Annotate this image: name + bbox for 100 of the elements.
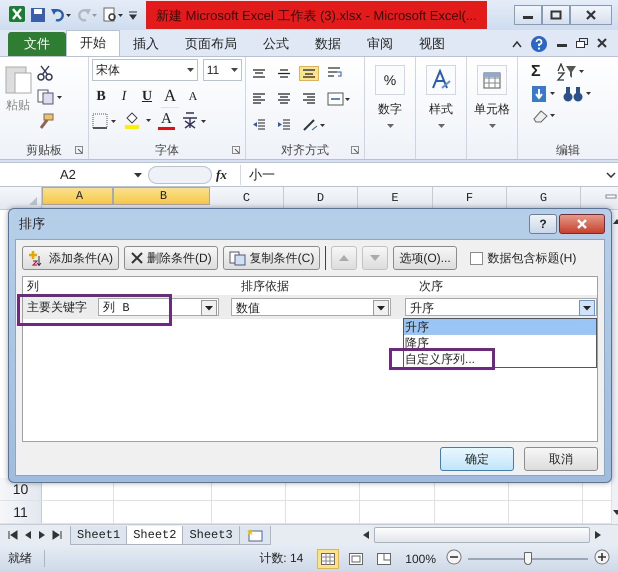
italic-button[interactable]: I	[115, 88, 133, 104]
sort-on-dropdown[interactable]: 数值	[230, 298, 392, 316]
restore-icon[interactable]	[576, 37, 588, 51]
font-name-dropdown[interactable]: 宋体	[92, 59, 198, 81]
insert-function-button[interactable]: fx	[216, 166, 227, 182]
level-label: 主要关键字	[26, 298, 88, 316]
group-label: 对齐方式	[281, 142, 329, 158]
number-button[interactable]: % 数字	[368, 59, 412, 129]
caret-icon[interactable]	[200, 300, 217, 316]
delete-level-button[interactable]: 删除条件(D)	[124, 246, 218, 270]
ribbon-tab[interactable]: 数据	[302, 32, 354, 56]
grow-font-button[interactable]: A	[161, 85, 179, 108]
cancel-button[interactable]: 取消	[524, 447, 598, 471]
normal-view-icon[interactable]	[317, 548, 340, 568]
up-arrow-icon	[339, 255, 350, 261]
status-text: 就绪	[8, 550, 45, 567]
styles-icon	[426, 65, 456, 95]
zoom-level-text[interactable]: 100%	[401, 552, 440, 566]
name-box[interactable]: A2	[0, 164, 148, 184]
close-button[interactable]	[570, 5, 612, 25]
styles-button[interactable]: 样式	[419, 59, 463, 129]
binoculars-icon[interactable]	[562, 85, 592, 103]
dialog-launcher-icon[interactable]	[232, 146, 240, 154]
ribbon-tab[interactable]: 页面布局	[172, 32, 250, 56]
caret-icon	[438, 124, 444, 129]
zoom-slider-thumb[interactable]	[524, 552, 532, 564]
add-level-button[interactable]: 添加条件(A)	[22, 246, 119, 270]
scroll-right-icon[interactable]	[594, 530, 602, 540]
caret-icon	[231, 68, 238, 73]
save-icon[interactable]	[30, 7, 46, 23]
maximize-button[interactable]	[542, 5, 570, 25]
group-label: 编辑	[556, 142, 580, 158]
shrink-font-button[interactable]: A	[184, 89, 202, 104]
ribbon-tab[interactable]: 审阅	[354, 32, 406, 56]
print-preview-icon[interactable]	[102, 7, 124, 23]
ribbon-tab[interactable]: 开始	[66, 30, 120, 56]
font-size-dropdown[interactable]: 11	[202, 59, 242, 81]
group-label: 字体	[155, 142, 179, 158]
sheet-tab[interactable]: Sheet2	[126, 526, 184, 544]
caret-icon[interactable]	[579, 300, 596, 316]
underline-button[interactable]: U	[138, 88, 156, 104]
zoom-slider[interactable]	[468, 550, 588, 566]
expand-icon[interactable]	[604, 172, 618, 178]
close-icon	[585, 10, 597, 20]
caret-icon[interactable]	[373, 300, 390, 316]
sheet-tab[interactable]: Sheet3	[182, 526, 240, 544]
insert-sheet-icon[interactable]	[238, 526, 271, 544]
count-text: 计数: 14	[259, 550, 304, 567]
row-header[interactable]: 11	[0, 501, 42, 523]
dialog-launcher-icon[interactable]	[75, 146, 83, 154]
caret-icon	[134, 172, 142, 178]
help-button[interactable]: ?	[529, 214, 557, 234]
copy-level-button[interactable]: 复制条件(C)	[222, 246, 320, 270]
column-header[interactable]: B	[113, 187, 210, 205]
formula-input[interactable]: 小一	[240, 164, 604, 184]
options-button[interactable]: 选项(O)...	[393, 246, 457, 270]
table-icon	[477, 65, 507, 95]
fill-color-icon[interactable]	[123, 112, 153, 130]
font-color-button[interactable]: A	[158, 112, 175, 130]
cells-button[interactable]: 单元格	[470, 59, 514, 129]
headers-checkbox[interactable]: 数据包含标题(H)	[470, 250, 576, 266]
undo-icon[interactable]	[50, 7, 72, 23]
align-lines-icon	[302, 68, 316, 78]
order-dropdown[interactable]: 升序	[405, 298, 598, 316]
order-option[interactable]: 自定义序列...	[404, 351, 476, 367]
dialog-launcher-icon[interactable]	[351, 146, 359, 154]
ok-button[interactable]: 确定	[440, 447, 514, 471]
column-heading: 排序依据	[240, 278, 290, 294]
help-icon[interactable]	[530, 35, 548, 53]
fill-down-icon[interactable]	[531, 85, 557, 103]
scroll-left-icon[interactable]	[362, 530, 370, 540]
sheet-tab[interactable]: Sheet1	[70, 526, 128, 544]
window-title: 新建 Microsoft Excel 工作表 (3).xlsx - Microsoft Excel(...	[146, 1, 487, 29]
border-icon[interactable]	[92, 113, 118, 129]
copy-icon[interactable]	[37, 89, 63, 105]
column-dropdown[interactable]: 列 B	[98, 298, 219, 316]
x-icon	[130, 251, 144, 265]
horizontal-scrollbar[interactable]	[362, 527, 602, 543]
minimize-button[interactable]	[514, 5, 542, 25]
bold-button[interactable]: B	[92, 88, 110, 104]
triangle-icon	[29, 197, 37, 205]
vertical-align-button[interactable]	[299, 66, 319, 80]
autosum-button[interactable]: Σ	[531, 63, 551, 81]
next-sheet-icon[interactable]	[38, 530, 46, 540]
order-option[interactable]: 降序	[404, 335, 429, 351]
align-lines-icon	[277, 68, 291, 78]
ribbon-tab[interactable]: 视图	[406, 32, 458, 56]
previous-sheet-icon[interactable]	[24, 530, 32, 540]
ribbon-tab[interactable]: 插入	[120, 32, 172, 56]
order-option[interactable]: 升序	[404, 319, 596, 335]
ribbon-tab[interactable]: 公式	[250, 32, 302, 56]
dialog-title: 排序	[18, 215, 45, 233]
file-tab[interactable]: 文件	[8, 32, 66, 56]
align-lines-icon	[252, 68, 266, 78]
last-sheet-icon[interactable]	[52, 530, 62, 540]
sort-filter-icon[interactable]	[556, 63, 586, 81]
column-header[interactable]: A	[42, 187, 113, 205]
first-sheet-icon[interactable]	[8, 530, 18, 540]
maximize-icon	[550, 10, 562, 20]
close-button[interactable]	[559, 214, 605, 234]
